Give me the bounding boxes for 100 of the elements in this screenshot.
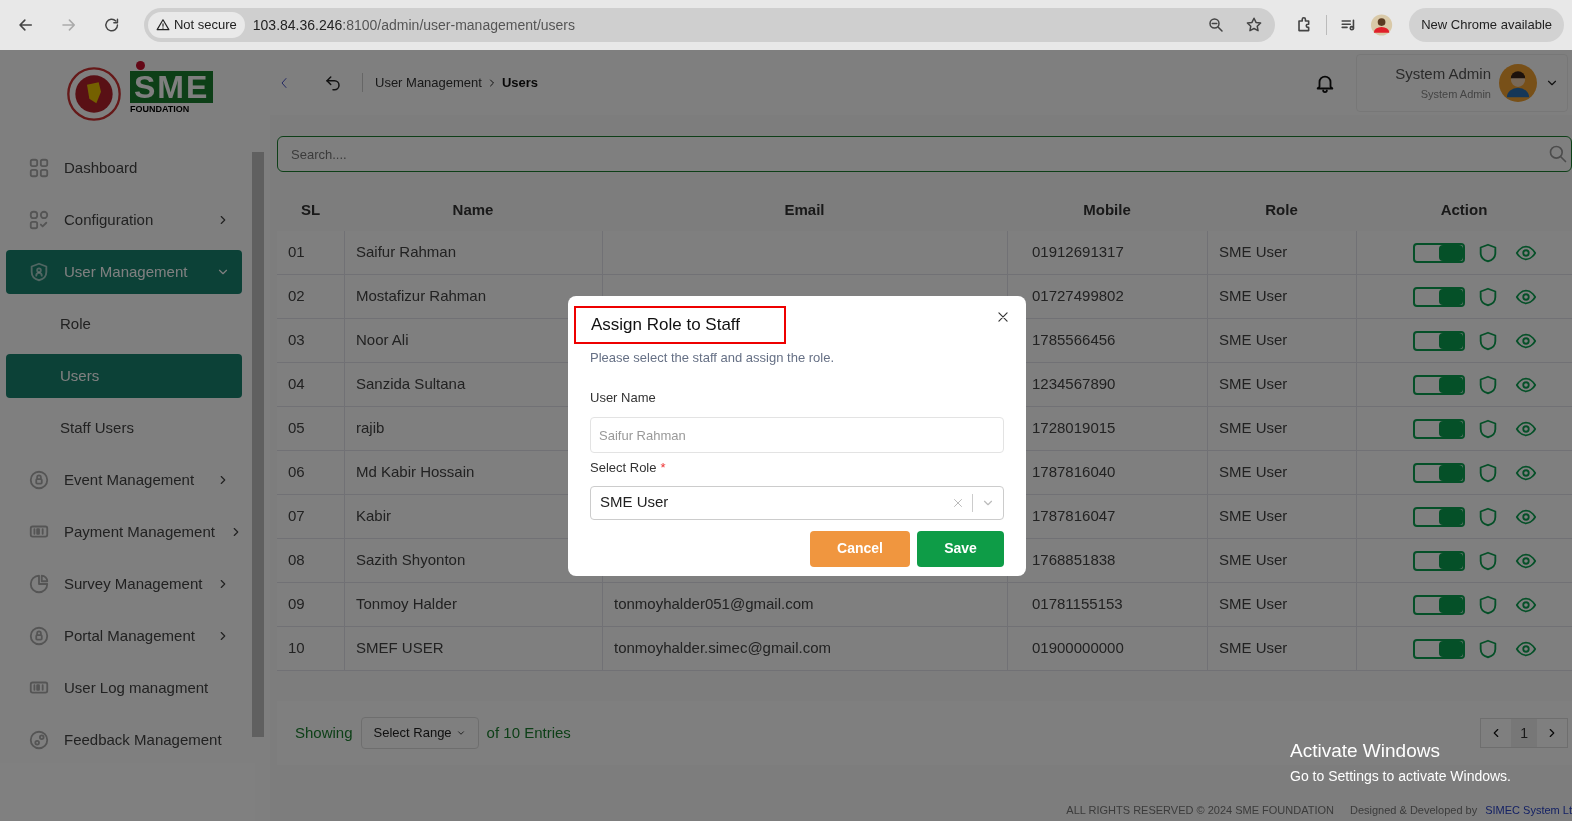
field-label: Select Role: [590, 459, 657, 477]
sidebar-item[interactable]: Event Management: [6, 458, 242, 502]
table-cell-text: 10: [288, 638, 305, 659]
activation-text: Go to Settings to activate Windows.: [1290, 766, 1511, 786]
star-icon[interactable]: [1244, 16, 1263, 34]
search-icon[interactable]: [1548, 144, 1568, 164]
required-mark: *: [660, 459, 666, 477]
sidebar-item[interactable]: Payment Management: [6, 510, 242, 554]
copyright-text: ALL RIGHTS RESERVED © 2024 SME FOUNDATION: [1066, 802, 1334, 818]
sidebar-item[interactable]: Dashboard: [6, 146, 242, 190]
table-cell-text: Saifur Rahman: [356, 242, 457, 263]
shield-icon[interactable]: [1477, 417, 1499, 440]
table-cell-text: Mostafizur Rahman: [356, 286, 487, 307]
logo-wordmark: SME: [130, 71, 214, 104]
sidebar-subitem[interactable]: Users: [6, 354, 242, 398]
role-select[interactable]: SME User: [590, 485, 1004, 520]
credit-link[interactable]: SIMEC System Lt: [1485, 801, 1572, 819]
dialog-title: Assign Role to Staff: [574, 306, 786, 344]
reload-icon[interactable]: [102, 16, 120, 34]
table-cell-text: tonmoyhalder051@gmail.com: [614, 594, 814, 615]
caret-icon: [455, 728, 466, 738]
shield-icon[interactable]: [1477, 549, 1499, 572]
cancel-button[interactable]: Cancel: [810, 530, 910, 567]
sidebar-item[interactable]: Portal Management: [6, 614, 242, 658]
table-cell-text: Tonmoy Halder: [356, 594, 457, 615]
shield-icon[interactable]: [1477, 241, 1499, 264]
zoom-out-icon[interactable]: [1206, 16, 1225, 34]
lock-icon: [28, 469, 50, 491]
table-cell-text: Sanzida Sultana: [356, 374, 466, 395]
table-cell-text: 04: [288, 374, 305, 395]
table-cell-text: 05: [288, 418, 305, 439]
toggle-switch[interactable]: [1413, 374, 1465, 395]
sidebar-item[interactable]: Feedback Management: [6, 718, 242, 762]
lock-icon: [28, 625, 50, 647]
breadcrumb-link[interactable]: User Management: [375, 72, 482, 93]
toggle-switch[interactable]: [1413, 550, 1465, 571]
sidebar-item[interactable]: Configuration: [6, 198, 242, 242]
grid-icon: [28, 157, 50, 179]
column-header: Mobile: [1083, 199, 1131, 220]
table-cell-text: SME User: [1219, 242, 1288, 263]
range-select[interactable]: Select Range: [360, 717, 479, 749]
user-name-field[interactable]: Saifur Rahman: [590, 417, 1004, 453]
shield-icon[interactable]: [1477, 461, 1499, 484]
pie-chart-icon: [28, 573, 50, 595]
column-header: Action: [1440, 199, 1488, 220]
toggle-switch[interactable]: [1413, 638, 1465, 659]
shield-icon[interactable]: [1477, 505, 1499, 528]
table-cell-text: 1787816047: [1032, 506, 1116, 527]
table-cell-text: SME User: [1219, 638, 1288, 659]
shield-icon[interactable]: [1477, 285, 1499, 308]
shield-icon[interactable]: [1477, 593, 1499, 616]
close-button[interactable]: [996, 310, 1010, 324]
toggle-switch[interactable]: [1413, 506, 1465, 527]
table-cell-text: 06: [288, 462, 305, 483]
table-cell-text: SME User: [1219, 374, 1288, 395]
table-cell-text: SME User: [1219, 594, 1288, 615]
shield-icon[interactable]: [1477, 373, 1499, 396]
toggle-switch[interactable]: [1413, 594, 1465, 615]
table-cell-text: 03: [288, 330, 305, 351]
sidebar-item[interactable]: User Management: [6, 250, 242, 294]
sidebar-subitem[interactable]: Role: [6, 302, 242, 346]
table-cell-text: Md Kabir Hossain: [356, 462, 475, 483]
save-button[interactable]: Save: [917, 530, 1004, 567]
toggle-switch[interactable]: [1413, 242, 1465, 263]
clear-icon[interactable]: [952, 496, 964, 509]
table-cell-text: 09: [288, 594, 305, 615]
profile-avatar-icon[interactable]: [1370, 13, 1394, 37]
security-label: Not secure: [173, 16, 237, 35]
sidebar-item[interactable]: User Log managment: [6, 666, 242, 710]
sidebar-item[interactable]: Survey Management: [6, 562, 242, 606]
address-bar[interactable]: Not secure 103.84.36.246:8100/admin/user-management/users: [143, 8, 1275, 42]
user-menu[interactable]: System Admin System Admin: [1356, 53, 1568, 112]
dialog-subtitle: Please select the staff and assign the role.: [590, 349, 836, 367]
column-header: Role: [1265, 199, 1298, 220]
entries-label: of 10 Entries: [486, 722, 571, 743]
url-text: 103.84.36.246:8100/admin/user-management/users: [252, 15, 575, 35]
sidebar-subitem[interactable]: Staff Users: [6, 406, 242, 450]
toggle-switch[interactable]: [1413, 462, 1465, 483]
table-cell-text: 1787816040: [1032, 462, 1116, 483]
toggle-switch[interactable]: [1413, 330, 1465, 351]
security-chip[interactable]: Not secure: [147, 12, 245, 38]
update-button[interactable]: New Chrome available: [1409, 8, 1564, 42]
shield-icon[interactable]: [1477, 329, 1499, 352]
table-cell-text: 1234567890: [1032, 374, 1116, 395]
emblem-icon: [66, 66, 122, 122]
search-field[interactable]: Search....: [277, 136, 1572, 172]
page-button[interactable]: 1: [1511, 719, 1537, 747]
table-cell-text: SME User: [1219, 330, 1288, 351]
showing-label: Showing: [295, 722, 353, 743]
toggle-switch[interactable]: [1413, 286, 1465, 307]
table-cell-text: 01: [288, 242, 305, 263]
undo-icon[interactable]: [324, 73, 342, 92]
shield-icon[interactable]: [1477, 637, 1499, 660]
toggle-switch[interactable]: [1413, 418, 1465, 439]
table-cell-text: 08: [288, 550, 305, 571]
avatar: [1499, 63, 1537, 102]
activation-title: Activate Windows: [1290, 739, 1441, 763]
table-cell-text: Sazith Shyonton: [356, 550, 466, 571]
table-cell-text: SME User: [1219, 462, 1288, 483]
logo-subtitle: FOUNDATION: [130, 103, 190, 117]
